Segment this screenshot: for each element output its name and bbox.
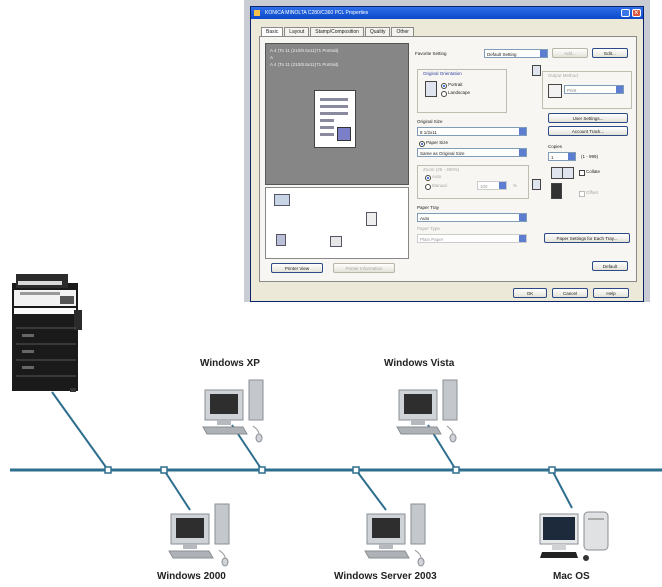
pc-windows-vista bbox=[396, 379, 458, 443]
pc-windows-xp bbox=[202, 379, 264, 443]
network-diagram bbox=[10, 274, 662, 567]
label-windows-server-2003: Windows Server 2003 bbox=[334, 571, 437, 582]
network-links bbox=[10, 391, 662, 511]
label-mac-os: Mac OS bbox=[553, 571, 590, 582]
pc-windows-server-2003 bbox=[364, 503, 426, 567]
multifunction-printer bbox=[12, 274, 82, 392]
server2003-link bbox=[355, 469, 387, 511]
printer-link bbox=[51, 391, 109, 471]
macos-link bbox=[551, 469, 573, 509]
label-windows-xp: Windows XP bbox=[200, 358, 260, 369]
pc-mac-os bbox=[539, 511, 609, 561]
pc-windows-2000 bbox=[168, 503, 230, 567]
win2000-link bbox=[163, 469, 191, 511]
label-windows-2000: Windows 2000 bbox=[157, 571, 226, 582]
label-windows-vista: Windows Vista bbox=[384, 358, 455, 369]
